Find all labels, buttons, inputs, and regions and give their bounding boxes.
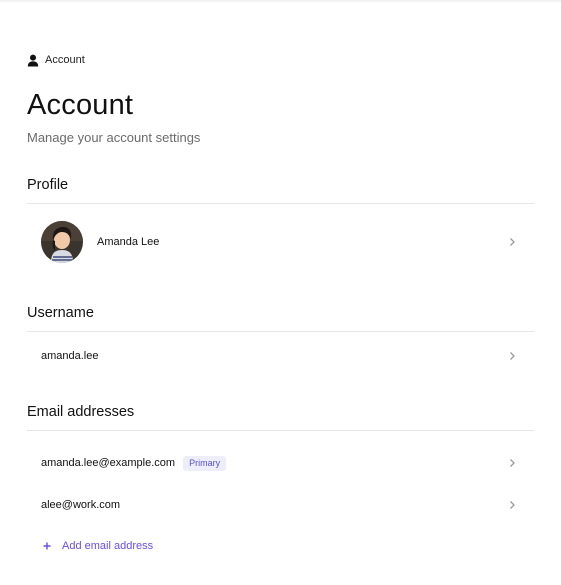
page-subtitle: Manage your account settings xyxy=(27,130,201,145)
chevron-right-icon xyxy=(510,459,515,467)
chevron-right-icon xyxy=(510,501,515,509)
email-row-primary[interactable]: amanda.lee@example.com Primary xyxy=(27,451,534,475)
plus-icon xyxy=(43,542,51,550)
email-section-title: Email addresses xyxy=(27,404,135,420)
profile-row[interactable]: Amanda Lee xyxy=(27,221,534,263)
email-address: alee@work.com xyxy=(41,499,121,511)
page-title: Account xyxy=(27,89,134,121)
add-email-label: Add email address xyxy=(62,540,154,552)
profile-name: Amanda Lee xyxy=(97,236,160,248)
add-email-button[interactable]: Add email address xyxy=(43,540,153,552)
username-divider xyxy=(27,331,534,332)
chevron-right-icon xyxy=(510,352,515,360)
profile-divider xyxy=(27,203,534,204)
breadcrumb: Account xyxy=(27,53,85,67)
email-row-secondary[interactable]: alee@work.com xyxy=(27,493,534,517)
top-shadow xyxy=(0,0,561,3)
breadcrumb-label[interactable]: Account xyxy=(45,54,85,66)
username-row[interactable]: amanda.lee xyxy=(27,344,534,368)
email-address: amanda.lee@example.com xyxy=(41,457,176,469)
avatar xyxy=(41,221,83,263)
username-value: amanda.lee xyxy=(41,350,99,362)
username-section-title: Username xyxy=(27,305,94,321)
primary-badge: Primary xyxy=(183,455,227,471)
email-divider xyxy=(27,430,534,431)
profile-section-title: Profile xyxy=(27,177,69,193)
chevron-right-icon xyxy=(510,238,515,246)
user-icon xyxy=(27,54,39,66)
